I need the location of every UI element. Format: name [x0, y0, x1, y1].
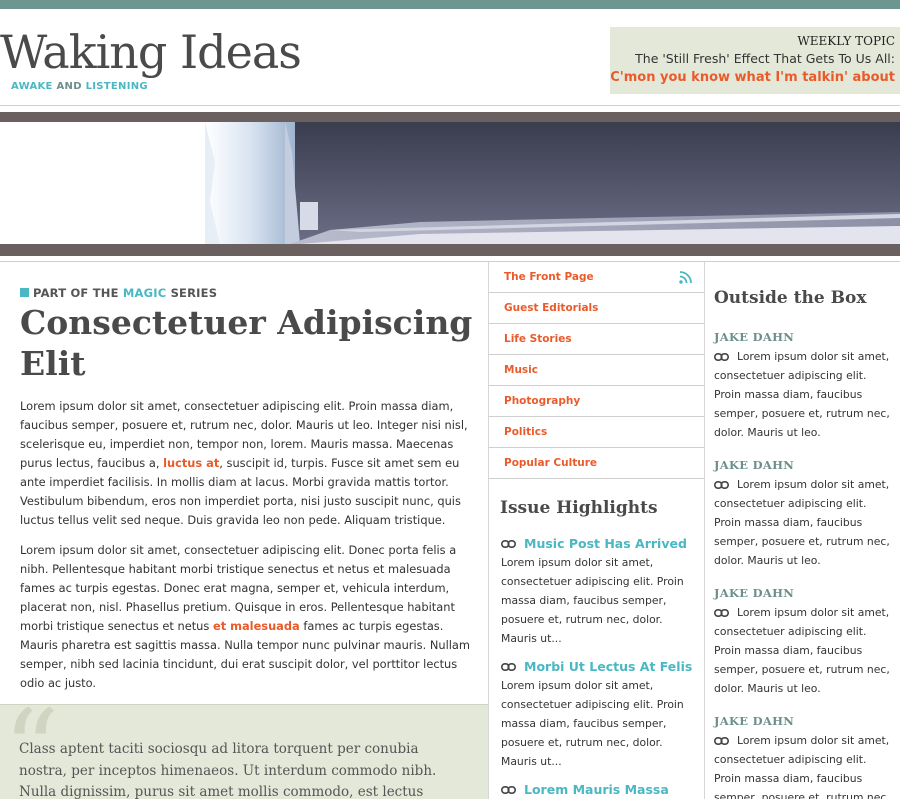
nav-item-front-page[interactable]: The Front Page: [489, 262, 704, 293]
top-accent-bar: [0, 0, 900, 9]
series-name-link[interactable]: MAGIC: [123, 286, 167, 300]
link-chain-icon: [714, 481, 729, 490]
luctus-at-link[interactable]: luctus at: [163, 456, 219, 470]
et-malesuada-link[interactable]: et malesuada: [213, 619, 300, 633]
rss-icon[interactable]: [679, 271, 692, 284]
link-chain-icon: [714, 353, 729, 362]
nav-item-label: Photography: [504, 395, 581, 407]
link-chain-icon: [714, 609, 729, 618]
outside-the-box-column: Outside the Box JAKE DAHN Lorem ipsum do…: [714, 262, 900, 799]
highlight-title: Lorem Mauris Massa: [524, 782, 669, 797]
nav-item-label: Politics: [504, 426, 548, 438]
highlight-title-link[interactable]: Morbi Ut Lectus At Felis: [501, 658, 697, 675]
tagline-awake: AWAKE: [11, 81, 53, 92]
tagline-listening: LISTENING: [85, 81, 148, 92]
highlight-item: Lorem Mauris Massa: [501, 781, 697, 798]
highlight-item: Morbi Ut Lectus At Felis Lorem ipsum dol…: [501, 658, 697, 771]
author-blurb: Lorem ipsum dolor sit amet, consectetuer…: [714, 475, 890, 570]
highlight-item: Music Post Has Arrived Lorem ipsum dolor…: [501, 535, 697, 648]
author-blurb: Lorem ipsum dolor sit amet, consectetuer…: [714, 731, 890, 799]
nav-item-politics[interactable]: Politics: [489, 417, 704, 448]
article-title[interactable]: Consectetuer Adipiscing Elit: [20, 302, 480, 384]
highlight-title: Music Post Has Arrived: [524, 536, 687, 551]
nav-item-label: Popular Culture: [504, 457, 597, 469]
nav-item-photography[interactable]: Photography: [489, 386, 704, 417]
highlight-title-link[interactable]: Music Post Has Arrived: [501, 535, 697, 552]
author-blurb-text: Lorem ipsum dolor sit amet, consectetuer…: [714, 734, 890, 799]
article-body: Lorem ipsum dolor sit amet, consectetuer…: [20, 397, 475, 704]
header-divider: [0, 105, 900, 106]
banner-frame: [0, 112, 900, 256]
link-chain-icon: [501, 662, 516, 671]
author-blurb-text: Lorem ipsum dolor sit amet, consectetuer…: [714, 350, 890, 439]
author-name-link[interactable]: JAKE DAHN: [714, 458, 900, 472]
weekly-topic-headline[interactable]: The 'Still Fresh' Effect That Gets To Us…: [610, 49, 895, 68]
link-chain-icon: [714, 737, 729, 746]
nav-item-label: The Front Page: [504, 271, 594, 283]
pull-quote-text: Class aptent taciti sociosqu ad litora t…: [19, 741, 437, 799]
weekly-topic-link[interactable]: C'mon you know what I'm talkin' about: [610, 68, 895, 88]
highlight-title: Morbi Ut Lectus At Felis: [524, 659, 693, 674]
nav-item-guest-editorials[interactable]: Guest Editorials: [489, 293, 704, 324]
author-blurb: Lorem ipsum dolor sit amet, consectetuer…: [714, 603, 890, 698]
nav-item-label: Life Stories: [504, 333, 572, 345]
author-name-link[interactable]: JAKE DAHN: [714, 714, 900, 728]
author-blurb: Lorem ipsum dolor sit amet, consectetuer…: [714, 347, 890, 442]
author-blurb-text: Lorem ipsum dolor sit amet, consectetuer…: [714, 606, 890, 695]
nav-item-label: Music: [504, 364, 538, 376]
article-paragraph-2: Lorem ipsum dolor sit amet, consectetuer…: [20, 541, 475, 693]
series-label: PART OF THE MAGIC SERIES: [20, 286, 217, 300]
pull-quote: “ Class aptent taciti sociosqu ad litora…: [0, 704, 488, 799]
series-square-icon: [20, 288, 29, 297]
series-suffix: SERIES: [170, 286, 218, 300]
tagline-and: AND: [56, 81, 82, 92]
link-chain-icon: [501, 539, 516, 548]
issue-highlights-heading: Issue Highlights: [500, 498, 658, 518]
nav-item-label: Guest Editorials: [504, 302, 599, 314]
highlight-text: Lorem ipsum dolor sit amet, consectetuer…: [501, 679, 684, 768]
link-chain-icon: [501, 785, 516, 794]
author-blurb-text: Lorem ipsum dolor sit amet, consectetuer…: [714, 478, 890, 567]
nav-item-popular-culture[interactable]: Popular Culture: [489, 448, 704, 479]
author-name-link[interactable]: JAKE DAHN: [714, 586, 900, 600]
section-nav-column: The Front Page Guest Editorials Life Sto…: [488, 262, 705, 799]
article-paragraph-1: Lorem ipsum dolor sit amet, consectetuer…: [20, 397, 475, 530]
nav-item-life-stories[interactable]: Life Stories: [489, 324, 704, 355]
site-tagline: AWAKE AND LISTENING: [11, 81, 148, 92]
author-name-link[interactable]: JAKE DAHN: [714, 330, 900, 344]
outside-the-box-heading: Outside the Box: [714, 288, 867, 308]
highlight-text: Lorem ipsum dolor sit amet, consectetuer…: [501, 556, 684, 645]
banner-image: [0, 122, 900, 244]
nav-item-music[interactable]: Music: [489, 355, 704, 386]
weekly-topic-box: WEEKLY TOPIC The 'Still Fresh' Effect Th…: [610, 27, 900, 94]
site-title[interactable]: Waking Ideas: [0, 26, 302, 78]
weekly-topic-label: WEEKLY TOPIC: [797, 34, 895, 48]
highlight-title-link[interactable]: Lorem Mauris Massa: [501, 781, 697, 798]
series-prefix: PART OF THE: [33, 286, 119, 300]
